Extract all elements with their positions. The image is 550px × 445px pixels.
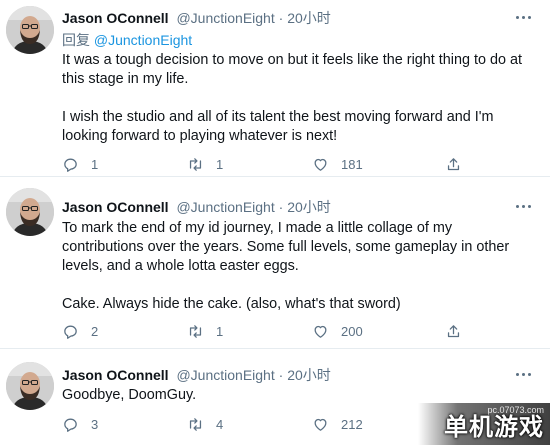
- like-button[interactable]: 181: [312, 154, 363, 174]
- tweet-text: To mark the end of my id journey, I made…: [62, 219, 532, 314]
- heart-icon: [314, 158, 327, 171]
- tweet-actions: 2 1 200: [62, 321, 482, 341]
- like-button[interactable]: 200: [312, 321, 363, 341]
- retweet-button[interactable]: 4: [187, 414, 223, 434]
- reply-icon: [64, 325, 77, 339]
- tweet-header: Jason OConnell @JunctionEight · 20小时: [62, 197, 331, 217]
- author-handle[interactable]: @JunctionEight: [176, 367, 274, 383]
- like-button[interactable]: 212: [312, 414, 363, 434]
- tweet-paragraph: To mark the end of my id journey, I made…: [62, 220, 510, 274]
- share-icon: [447, 157, 460, 170]
- retweet-count: 1: [216, 323, 224, 339]
- like-count: 200: [341, 323, 363, 339]
- watermark-logo-text: 单机游戏: [444, 413, 544, 441]
- avatar[interactable]: [6, 188, 54, 236]
- tweet-2[interactable]: Jason OConnell @JunctionEight · 20小时 To …: [0, 176, 550, 348]
- tweet-header: Jason OConnell @JunctionEight · 20小时: [62, 365, 331, 385]
- avatar-image: [6, 6, 54, 54]
- reply-count: 3: [91, 416, 99, 432]
- author-name[interactable]: Jason OConnell: [62, 199, 169, 215]
- reply-prefix: 回复: [62, 32, 90, 48]
- share-button[interactable]: [445, 154, 462, 174]
- like-count: 212: [341, 416, 363, 432]
- header-separator: ·: [278, 10, 284, 26]
- tweet-actions: 1 1 181: [62, 154, 482, 174]
- reply-button[interactable]: 1: [62, 154, 98, 174]
- tweet-header: Jason OConnell @JunctionEight · 20小时: [62, 8, 331, 28]
- retweet-icon: [189, 417, 202, 431]
- tweet-text: It was a tough decision to move on but i…: [62, 51, 532, 146]
- retweet-button[interactable]: 1: [187, 321, 223, 341]
- tweet-time[interactable]: 20小时: [287, 367, 331, 383]
- tweet-time[interactable]: 20小时: [287, 10, 331, 26]
- retweet-icon: [189, 324, 202, 338]
- tweet-paragraph: I wish the studio and all of its talent …: [62, 109, 494, 144]
- more-options-icon[interactable]: [516, 373, 532, 377]
- reply-count: 1: [91, 156, 99, 172]
- header-separator: ·: [278, 367, 284, 383]
- more-options-icon[interactable]: [516, 16, 532, 20]
- header-separator: ·: [278, 199, 284, 215]
- heart-icon: [314, 325, 327, 338]
- author-name[interactable]: Jason OConnell: [62, 10, 169, 26]
- retweet-button[interactable]: 1: [187, 154, 223, 174]
- reply-icon: [64, 418, 77, 432]
- tweet-1[interactable]: Jason OConnell @JunctionEight · 20小时 回复 …: [0, 0, 550, 176]
- like-count: 181: [341, 156, 363, 172]
- tweet-time[interactable]: 20小时: [287, 199, 331, 215]
- site-watermark: pc.07073.com 单机游戏: [418, 403, 550, 445]
- reply-icon: [64, 158, 77, 172]
- reply-to-link[interactable]: @JunctionEight: [94, 32, 192, 48]
- reply-count: 2: [91, 323, 99, 339]
- retweet-icon: [189, 157, 202, 171]
- share-button[interactable]: [445, 321, 462, 341]
- retweet-count: 1: [216, 156, 224, 172]
- author-handle[interactable]: @JunctionEight: [176, 199, 274, 215]
- reply-button[interactable]: 2: [62, 321, 98, 341]
- reply-button[interactable]: 3: [62, 414, 98, 434]
- heart-icon: [314, 418, 327, 431]
- author-name[interactable]: Jason OConnell: [62, 367, 169, 383]
- avatar[interactable]: [6, 362, 54, 410]
- tweet-paragraph: Cake. Always hide the cake. (also, what'…: [62, 296, 401, 312]
- share-icon: [447, 324, 460, 337]
- tweet-paragraph: It was a tough decision to move on but i…: [62, 52, 522, 87]
- more-options-icon[interactable]: [516, 205, 532, 209]
- author-handle[interactable]: @JunctionEight: [176, 10, 274, 26]
- retweet-count: 4: [216, 416, 224, 432]
- avatar-image: [6, 188, 54, 236]
- avatar[interactable]: [6, 6, 54, 54]
- reply-context: 回复 @JunctionEight: [62, 30, 192, 50]
- avatar-image: [6, 362, 54, 410]
